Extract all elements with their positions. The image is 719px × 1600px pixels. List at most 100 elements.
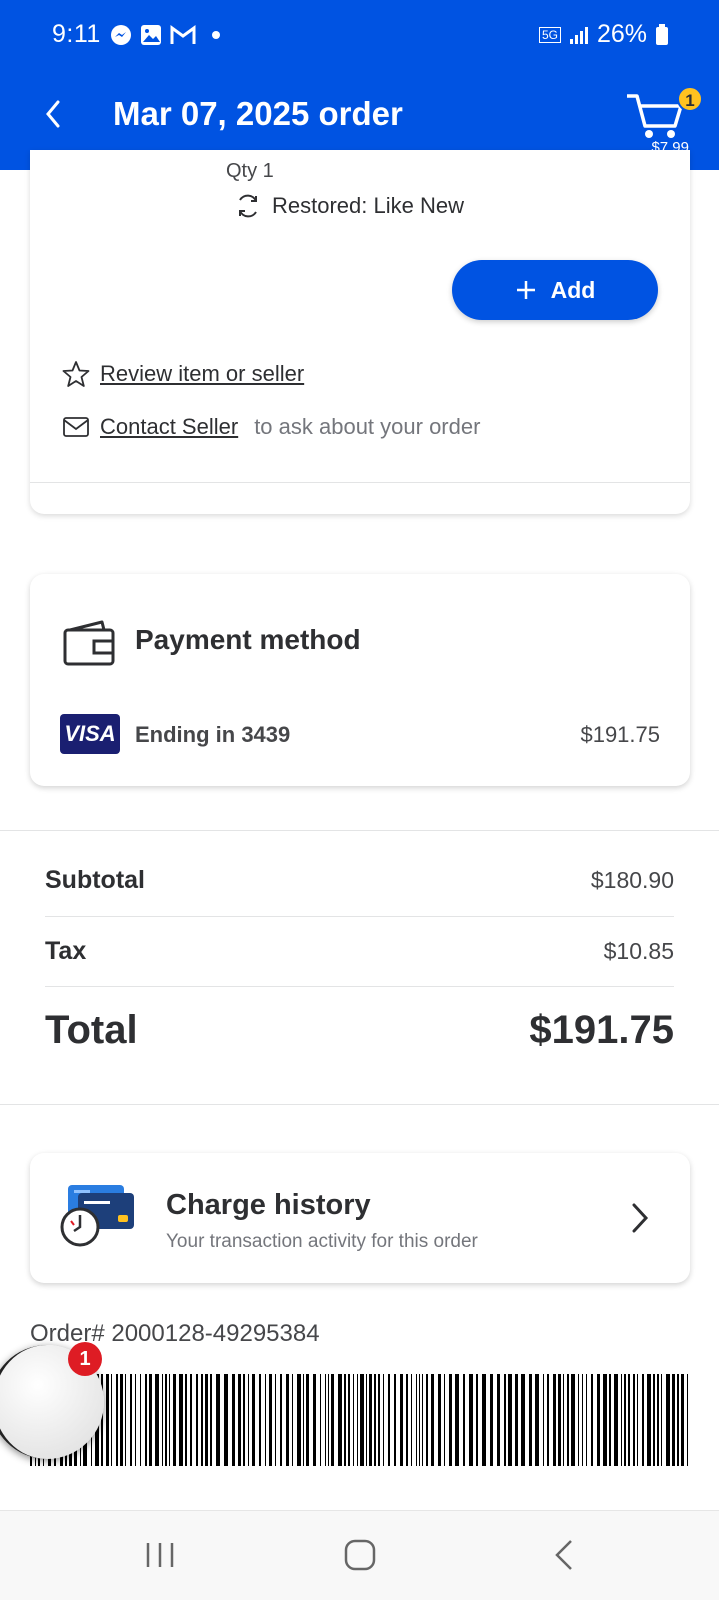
status-time: 9:11 [52, 20, 101, 48]
barcode-bar [297, 1374, 301, 1466]
barcode-bar [360, 1374, 364, 1466]
barcode-bar [438, 1374, 441, 1466]
divider [0, 830, 719, 831]
subtotal-value: $180.90 [590, 867, 674, 893]
barcode-bar [173, 1374, 176, 1466]
barcode-bar [201, 1374, 203, 1466]
barcode-bar [647, 1374, 651, 1466]
barcode-bar [571, 1374, 575, 1466]
barcode-bar [553, 1374, 556, 1466]
barcode-bar [582, 1374, 583, 1466]
total-value: $191.75 [529, 1008, 674, 1052]
barcode-bar [252, 1374, 255, 1466]
barcode-bar [497, 1374, 500, 1466]
charge-history-subtitle: Your transaction activity for this order [166, 1231, 478, 1252]
review-item-link[interactable]: Review item or seller [100, 361, 304, 387]
barcode-bar [292, 1374, 293, 1466]
tax-label: Tax [45, 937, 87, 965]
barcode-bar [224, 1374, 228, 1466]
barcode-bar [320, 1374, 321, 1466]
barcode-bar [140, 1374, 141, 1466]
status-bar: 9:11 5G 26% [0, 0, 719, 72]
barcode-bar [238, 1374, 241, 1466]
barcode-bar [369, 1374, 372, 1466]
barcode-bar [558, 1374, 561, 1466]
barcode-bar [338, 1374, 342, 1466]
subtotal-label: Subtotal [45, 866, 145, 894]
tax-row: Tax $10.85 [45, 937, 674, 966]
barcode-bar [411, 1374, 412, 1466]
system-nav-bar [0, 1510, 719, 1600]
gmail-icon [170, 25, 196, 44]
refresh-icon [239, 194, 257, 218]
barcode-bar [426, 1374, 428, 1466]
barcode-bar [265, 1374, 266, 1466]
barcode-bar [563, 1374, 564, 1466]
barcode-bar [621, 1374, 622, 1466]
signal-icon [569, 26, 588, 44]
home-icon[interactable] [340, 1535, 380, 1575]
payment-method-card: Payment method VISA Ending in 3439 $191.… [30, 574, 690, 786]
back-arrow-icon[interactable] [38, 96, 70, 132]
battery-percent: 26% [596, 20, 647, 48]
recent-apps-icon[interactable] [140, 1535, 180, 1575]
notification-dot-icon [212, 31, 220, 39]
app-header: 9:11 5G 26% Mar 07, 2025 order 1 $7.99 [0, 0, 719, 170]
barcode-bar [586, 1374, 587, 1466]
barcode-bar [422, 1374, 423, 1466]
barcode-bar [135, 1374, 136, 1466]
barcode-bar [286, 1374, 289, 1466]
barcode-bar [547, 1374, 549, 1466]
divider [30, 482, 690, 483]
charge-history-card[interactable]: Charge history Your transaction activity… [30, 1153, 690, 1283]
barcode-bar [614, 1374, 618, 1466]
item-condition: Restored: Like New [234, 192, 464, 220]
barcode-bar [383, 1374, 384, 1466]
barcode-bar [179, 1374, 183, 1466]
total-label: Total [45, 1008, 138, 1052]
barcode-bar [633, 1374, 635, 1466]
barcode-bar [529, 1374, 532, 1466]
barcode-bar [259, 1374, 261, 1466]
barcode-bar [624, 1374, 626, 1466]
barcode-bar [597, 1374, 600, 1466]
barcode-bar [205, 1374, 208, 1466]
barcode-bar [431, 1374, 434, 1466]
add-to-cart-button[interactable]: Add [452, 260, 658, 320]
barcode-bar [210, 1374, 212, 1466]
mail-icon [63, 417, 89, 437]
barcode-bar [280, 1374, 282, 1466]
review-row: Review item or seller [62, 360, 304, 388]
total-row: Total $191.75 [45, 1008, 674, 1053]
barcode-bar [543, 1374, 544, 1466]
visa-card-logo: VISA [60, 714, 120, 754]
barcode-bar [642, 1374, 644, 1466]
barcode-bar [419, 1374, 420, 1466]
barcode-bar [657, 1374, 659, 1466]
barcode-bar [165, 1374, 167, 1466]
barcode-bar [394, 1374, 396, 1466]
barcode-bar [243, 1374, 245, 1466]
barcode-bar [661, 1374, 662, 1466]
barcode-bar [521, 1374, 525, 1466]
barcode-bar [116, 1374, 118, 1466]
chat-notification-badge: 1 [68, 1342, 102, 1376]
barcode-bar [476, 1374, 478, 1466]
back-nav-icon[interactable] [545, 1535, 585, 1575]
messenger-icon [111, 25, 131, 45]
add-button-label: Add [550, 276, 596, 303]
barcode-bar [353, 1374, 354, 1466]
barcode-bar [591, 1374, 593, 1466]
order-item-card: Qty 1 Restored: Like New Add Review item… [30, 150, 690, 514]
contact-seller-link[interactable]: Contact Seller [100, 414, 238, 440]
barcode-bar [269, 1374, 272, 1466]
barcode-bar [120, 1374, 123, 1466]
barcode-bar [162, 1374, 163, 1466]
payment-method-title: Payment method [135, 624, 361, 655]
barcode-bar [490, 1374, 493, 1466]
network-5g-icon: 5G [538, 26, 561, 43]
barcode-bar [306, 1374, 309, 1466]
item-qty: Qty 1 [226, 160, 274, 182]
cart-count-badge: 1 [677, 86, 703, 112]
card-ending: Ending in 3439 [135, 722, 291, 747]
